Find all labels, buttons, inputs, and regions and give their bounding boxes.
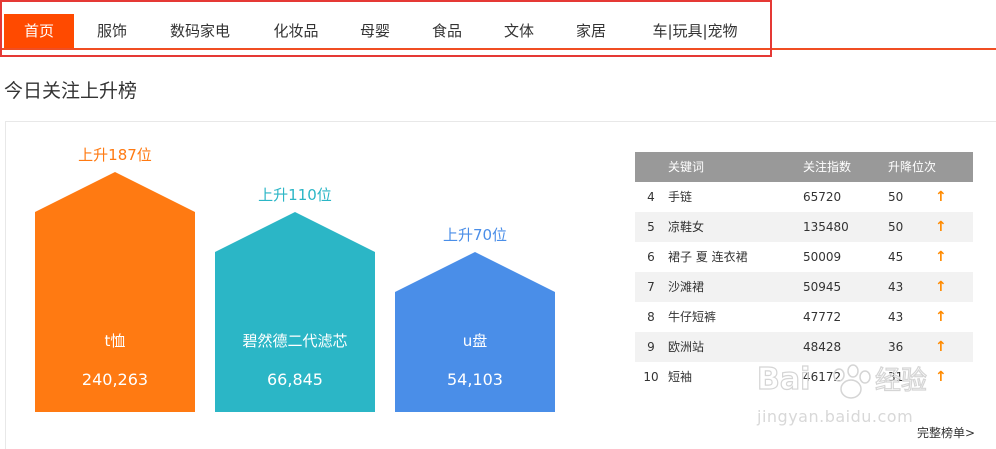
ranking-table: 关键词 关注指数 升降位次 4 手链 65720 50 ↑ 5 凉鞋女 1354…	[635, 152, 973, 392]
row-change: 36	[888, 340, 904, 354]
row-change: 50	[888, 190, 904, 204]
rise-label-3: 上升70位	[442, 226, 508, 244]
row-index: 48428	[803, 340, 842, 354]
up-arrow-icon: ↑	[935, 249, 947, 265]
up-arrow-icon: ↑	[935, 279, 947, 295]
value-3: 54,103	[447, 370, 503, 389]
row-rank: 10	[643, 370, 659, 384]
full-list-link[interactable]: 完整榜单>	[917, 424, 975, 441]
up-arrow-icon: ↑	[935, 309, 947, 325]
rise-label-2: 上升110位	[258, 186, 332, 204]
row-rank: 7	[647, 280, 655, 294]
header-keyword: 关键词	[668, 160, 705, 174]
table-row[interactable]: 6 裙子 夏 连衣裙 50009 45 ↑	[635, 242, 973, 272]
row-index: 47772	[803, 310, 842, 324]
header-change: 升降位次	[888, 160, 937, 174]
row-keyword[interactable]: 欧洲站	[668, 332, 704, 362]
up-arrow-icon: ↑	[935, 189, 947, 205]
value-2: 66,845	[267, 370, 323, 389]
keyword-3[interactable]: u盘	[395, 330, 555, 351]
table-row[interactable]: 5 凉鞋女 135480 50 ↑	[635, 212, 973, 242]
row-change: 43	[888, 310, 904, 324]
table-row[interactable]: 8 牛仔短裤 47772 43 ↑	[635, 302, 973, 332]
table-row[interactable]: 10 短袖 46172 31 ↑	[635, 362, 973, 392]
header-index: 关注指数	[803, 160, 852, 174]
row-change: 31	[888, 370, 904, 384]
up-arrow-icon: ↑	[935, 339, 947, 355]
keyword-2[interactable]: 碧然德二代滤芯	[215, 330, 375, 351]
page: 首页 服饰 数码家电 化妆品 母婴 食品 文体 家居 车|玩具|宠物 今日关注上…	[0, 0, 996, 449]
row-change: 50	[888, 220, 904, 234]
row-index: 46172	[803, 370, 842, 384]
row-index: 135480	[803, 220, 849, 234]
row-keyword[interactable]: 牛仔短裤	[668, 302, 716, 332]
row-rank: 6	[647, 250, 655, 264]
row-keyword[interactable]: 凉鞋女	[668, 212, 704, 242]
row-keyword[interactable]: 沙滩裙	[668, 272, 704, 302]
table-row[interactable]: 4 手链 65720 50 ↑	[635, 182, 973, 212]
value-1: 240,263	[81, 370, 149, 389]
row-keyword[interactable]: 短袖	[668, 362, 692, 392]
row-rank: 8	[647, 310, 655, 324]
row-change: 43	[888, 280, 904, 294]
keyword-1[interactable]: t恤	[35, 330, 195, 351]
row-keyword[interactable]: 手链	[668, 182, 692, 212]
rise-label-1: 上升187位	[78, 146, 152, 164]
row-change: 45	[888, 250, 904, 264]
table-header: 关键词 关注指数 升降位次	[635, 152, 973, 182]
row-rank: 9	[647, 340, 655, 354]
row-rank: 5	[647, 220, 655, 234]
row-rank: 4	[647, 190, 655, 204]
up-arrow-icon: ↑	[935, 369, 947, 385]
table-row[interactable]: 9 欧洲站 48428 36 ↑	[635, 332, 973, 362]
row-keyword[interactable]: 裙子 夏 连衣裙	[668, 242, 748, 272]
up-arrow-icon: ↑	[935, 219, 947, 235]
row-index: 65720	[803, 190, 842, 204]
row-index: 50009	[803, 250, 842, 264]
row-index: 50945	[803, 280, 842, 294]
table-row[interactable]: 7 沙滩裙 50945 43 ↑	[635, 272, 973, 302]
